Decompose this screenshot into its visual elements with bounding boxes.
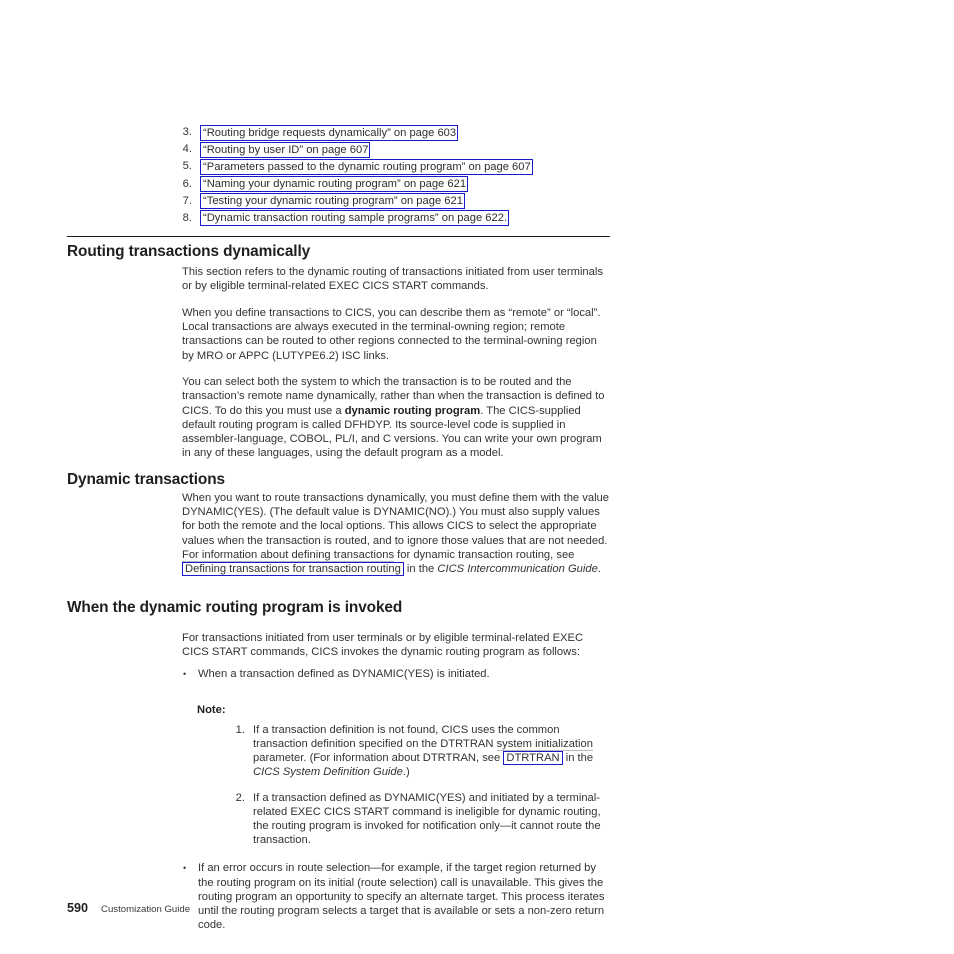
cross-reference-link[interactable]: “Parameters passed to the dynamic routin…	[200, 158, 533, 175]
note-list: 1. If a transaction definition is not fou…	[228, 723, 610, 848]
list-item: 2. If a transaction defined as DYNAMIC(YE…	[228, 791, 610, 848]
section-heading-when-invoked: When the dynamic routing program is invo…	[67, 599, 403, 616]
list-item: 7. “Testing your dynamic routing program…	[168, 193, 628, 210]
paragraph-text: .)	[402, 766, 410, 779]
bullet-list-second: If an error occurs in route selection—fo…	[182, 861, 610, 932]
paragraph-text: parameter. (For information about DTRTRA…	[253, 752, 504, 765]
list-item-number: 5.	[182, 160, 192, 173]
section-dynamic-transactions-body: When you want to route transactions dyna…	[182, 491, 610, 577]
section-routing-transactions-body: This section refers to the dynamic routi…	[182, 265, 610, 460]
paragraph-text: When you want to route transactions dyna…	[182, 492, 609, 547]
paragraph-text: for dynamic transaction routing, see	[394, 548, 575, 561]
list-item-number: 1.	[235, 723, 245, 736]
cross-reference-link[interactable]: DTRTRAN	[503, 751, 563, 766]
list-item-number: 8.	[182, 211, 192, 224]
emphasis-dynamic-routing-program: dynamic routing program	[344, 404, 481, 417]
list-item: 3. “Routing bridge requests dynamically”…	[168, 124, 628, 141]
paragraph: When you define transactions to CICS, yo…	[182, 306, 601, 362]
list-item: 8. “Dynamic transaction routing sample p…	[168, 210, 628, 227]
section-when-invoked-body: For transactions initiated from user ter…	[182, 631, 610, 932]
paragraph-text: in the	[562, 752, 594, 765]
cross-reference-link[interactable]: “Routing by user ID” on page 607	[200, 141, 371, 158]
cross-reference-link[interactable]: Defining transactions for transaction ro…	[182, 562, 404, 577]
paragraph: For transactions initiated from user ter…	[182, 632, 584, 659]
paragraph-text: If a transaction defined as DYNAMIC(YES)…	[253, 791, 601, 847]
section-heading-dynamic-transactions: Dynamic transactions	[67, 471, 225, 488]
list-item: 6. “Naming your dynamic routing program”…	[168, 176, 628, 193]
list-item-number: 4.	[182, 143, 192, 156]
cross-reference-link[interactable]: “Naming your dynamic routing program” on…	[200, 176, 469, 193]
cross-reference-link[interactable]: “Dynamic transaction routing sample prog…	[200, 210, 510, 227]
list-item: 1. If a transaction definition is not fou…	[228, 723, 610, 780]
cross-reference-link[interactable]: “Testing your dynamic routing program” o…	[200, 193, 465, 210]
document-title: Customization Guide	[101, 904, 191, 915]
list-item: 5. “Parameters passed to the dynamic rou…	[168, 158, 628, 175]
note-label: Note:	[197, 703, 226, 716]
paragraph-text-underlined: For information about defining transacti…	[182, 548, 395, 562]
book-title: CICS System Definition Guide	[253, 766, 403, 779]
list-item-number: 2.	[235, 791, 245, 804]
paragraph: This section refers to the dynamic routi…	[182, 266, 603, 293]
list-item: 4. “Routing by user ID” on page 607	[168, 141, 628, 158]
list-item: If an error occurs in route selection—fo…	[182, 861, 610, 932]
paragraph: When you want to route transactions dyna…	[182, 491, 610, 577]
list-item-number: 6.	[182, 177, 192, 190]
list-item-number: 3.	[182, 126, 192, 138]
list-item: When a transaction defined as DYNAMIC(YE…	[182, 667, 610, 681]
paragraph-text-underlined: system initialization	[496, 738, 593, 752]
list-item-number: 7.	[182, 194, 192, 207]
cross-reference-link[interactable]: “Routing bridge requests dynamically” on…	[200, 124, 459, 141]
page-footer: 590 Customization Guide	[67, 901, 190, 915]
bullet-list-first: When a transaction defined as DYNAMIC(YE…	[182, 667, 610, 681]
document-page: 3. “Routing bridge requests dynamically”…	[0, 0, 954, 954]
section-rule	[67, 236, 610, 237]
paragraph: You can select both the system to which …	[182, 375, 610, 460]
page-title: Routing transactions dynamically	[67, 243, 311, 260]
page-number: 590	[67, 901, 89, 915]
paragraph-text: in the	[403, 563, 438, 576]
book-title: CICS Intercommunication Guide	[437, 563, 598, 576]
cross-reference-list: 3. “Routing bridge requests dynamically”…	[168, 124, 628, 227]
paragraph-text: .	[597, 563, 601, 576]
